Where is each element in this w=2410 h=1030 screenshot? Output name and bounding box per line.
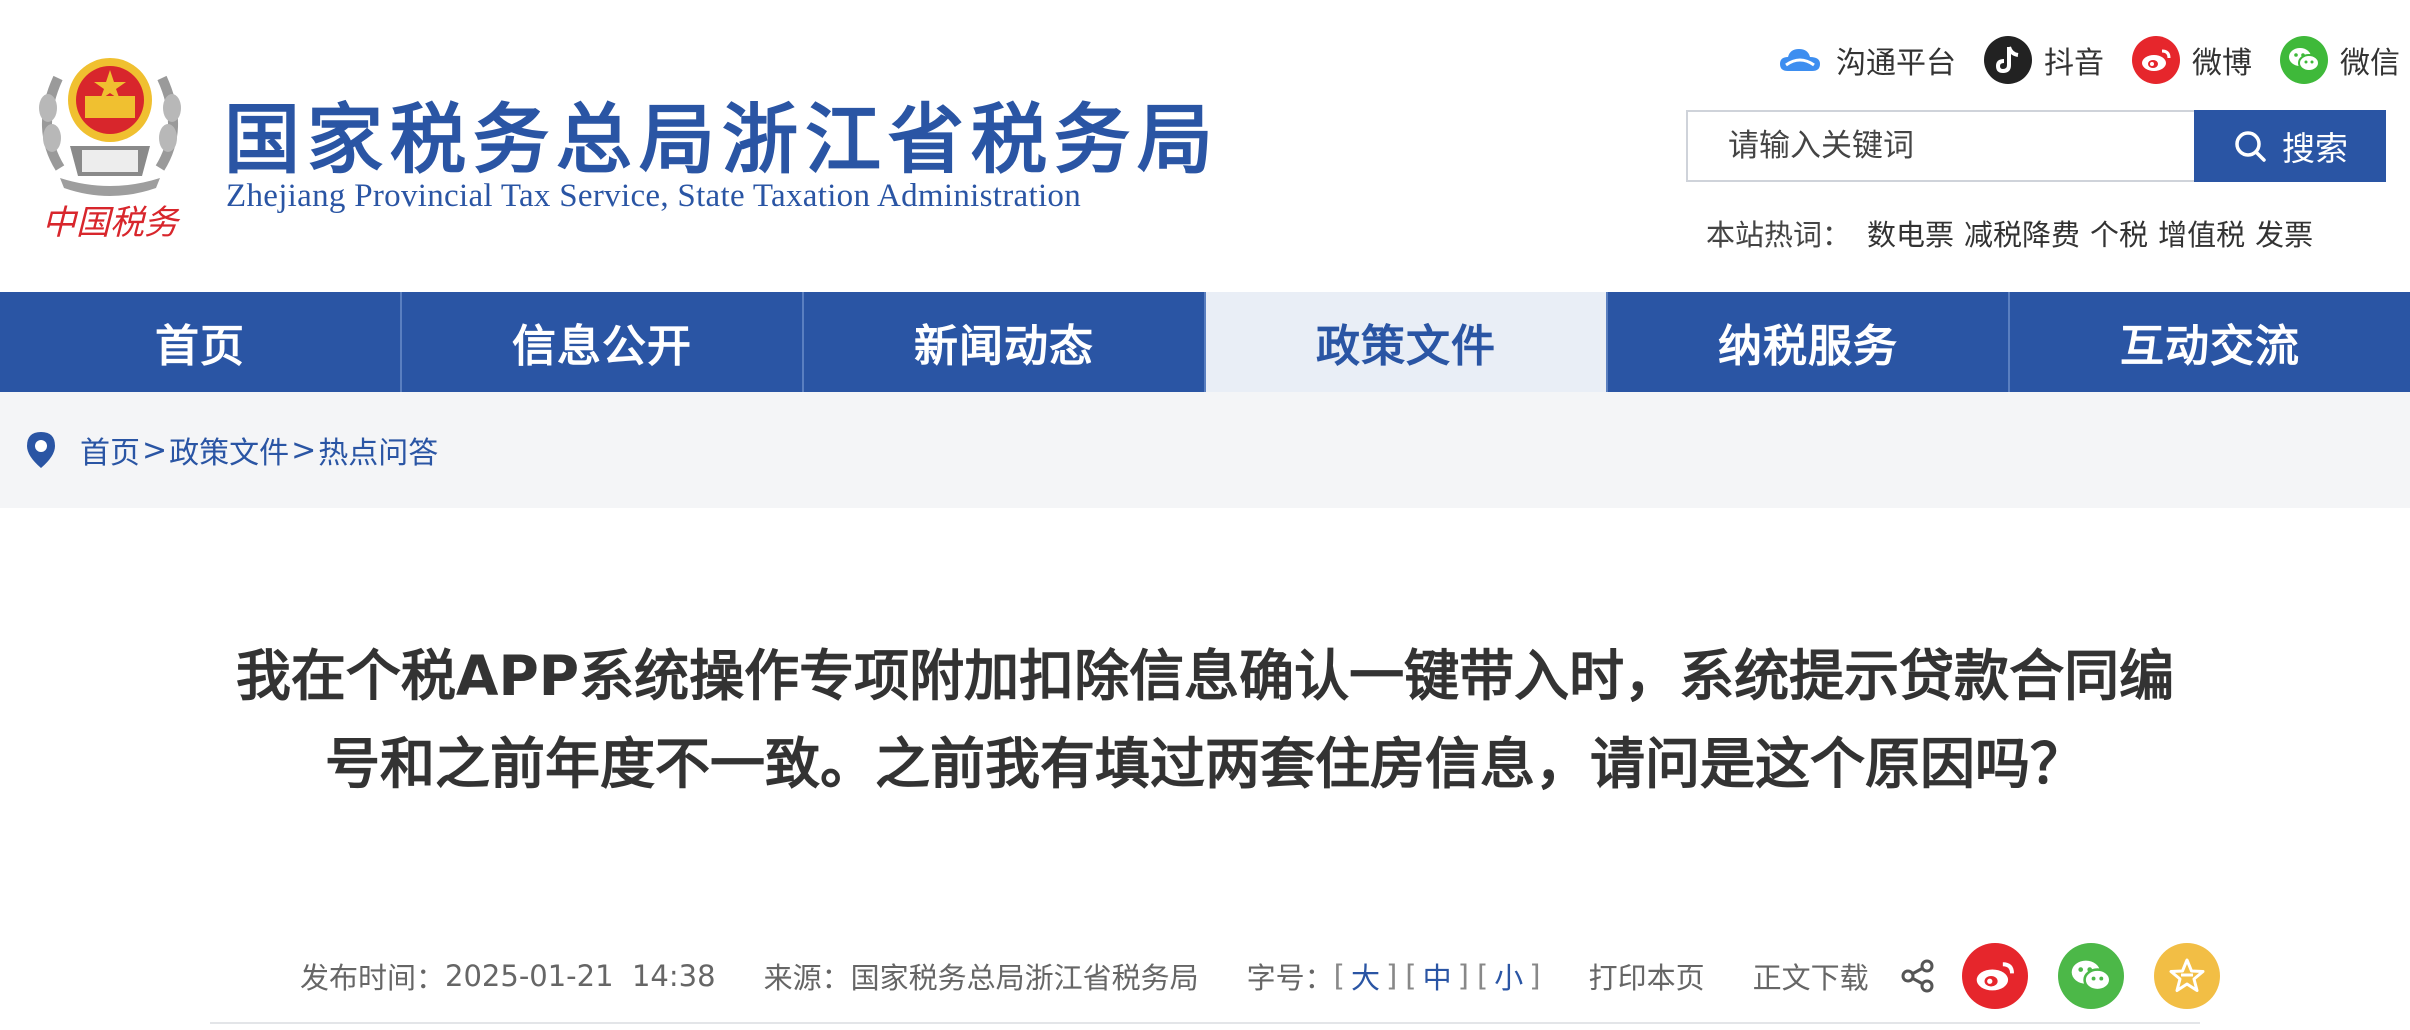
font-size-large[interactable]: 大 [1351, 955, 1380, 997]
meta-divider [210, 1022, 2200, 1024]
social-link-douyin[interactable]: 抖音 [1984, 36, 2104, 84]
social-link-weibo[interactable]: 微博 [2132, 36, 2252, 84]
share-weibo-button[interactable] [1962, 943, 2028, 1009]
nav-item-tax-service[interactable]: 纳税服务 [1608, 292, 2010, 392]
publish-time: 发布时间： 2025-01-21 14:38 [300, 955, 716, 997]
font-size-label: 字号： [1246, 961, 1334, 995]
social-links: 沟通平台 抖音 微博 微信 [1748, 36, 2400, 84]
publish-time-label: 发布时间： [300, 961, 446, 995]
hot-word[interactable]: 增值税 [2158, 212, 2245, 254]
article-source: 来源： 国家税务总局浙江省税务局 [764, 955, 1199, 997]
source-value: 国家税务总局浙江省税务局 [850, 961, 1199, 995]
search-button-label: 搜索 [2282, 129, 2348, 168]
font-size-medium[interactable]: 中 [1423, 955, 1452, 997]
nav-item-news[interactable]: 新闻动态 [804, 292, 1206, 392]
hot-word[interactable]: 个税 [2090, 212, 2148, 254]
nav-item-policy[interactable]: 政策文件 [1206, 292, 1608, 392]
font-size-small[interactable]: 小 [1494, 955, 1523, 997]
share-wechat-button[interactable] [2058, 943, 2124, 1009]
social-label: 抖音 [2044, 46, 2104, 81]
breadcrumb-separator: > [142, 432, 168, 468]
social-link-wechat[interactable]: 微信 [2280, 36, 2400, 84]
breadcrumb-policy[interactable]: 政策文件 [169, 428, 289, 472]
source-label: 来源： [763, 961, 851, 995]
publish-time-value: 2025-01-21 14:38 [445, 959, 716, 993]
article-title: 我在个税APP系统操作专项附加扣除信息确认一键带入时，系统提示贷款合同编号和之前… [235, 644, 2175, 796]
print-page-link[interactable]: 打印本页 [1589, 955, 1705, 997]
tax-emblem-logo[interactable]: 中国税务 [30, 38, 190, 248]
site-subtitle-english: Zhejiang Provincial Tax Service, State T… [226, 178, 1082, 214]
site-header: 中国税务 国家税务总局浙江省税务局 Zhejiang Provincial Ta… [0, 0, 2410, 292]
article-meta: 发布时间： 2025-01-21 14:38 来源： 国家税务总局浙江省税务局 … [300, 940, 1917, 1012]
hot-word[interactable]: 减税降费 [1964, 212, 2080, 254]
wechat-icon [2280, 36, 2328, 84]
social-label: 微博 [2192, 46, 2252, 81]
share-area [1900, 940, 2250, 1012]
nav-item-home[interactable]: 首页 [0, 292, 402, 392]
weibo-icon [2132, 36, 2180, 84]
nav-item-interaction[interactable]: 互动交流 [2010, 292, 2410, 392]
hot-word[interactable]: 数电票 [1867, 212, 1954, 254]
location-pin-icon [27, 432, 55, 468]
site-title[interactable]: 国家税务总局浙江省税务局 [224, 78, 1220, 188]
search-icon [2235, 131, 2266, 162]
breadcrumb-hot-qa[interactable]: 热点问答 [318, 428, 438, 472]
hot-words-label: 本站热词： [1706, 218, 1852, 252]
hot-word[interactable]: 发票 [2255, 212, 2313, 254]
search-input[interactable] [1686, 110, 2194, 182]
nav-item-information[interactable]: 信息公开 [402, 292, 804, 392]
breadcrumb: 首页 > 政策文件 > 热点问答 [0, 392, 2410, 508]
breadcrumb-home[interactable]: 首页 [80, 428, 140, 472]
main-nav: 首页 信息公开 新闻动态 政策文件 纳税服务 互动交流 [0, 292, 2410, 392]
breadcrumb-separator: > [291, 432, 317, 468]
favorite-button[interactable] [2154, 943, 2220, 1009]
douyin-icon [1984, 36, 2032, 84]
star-icon [2169, 958, 2205, 992]
cloud-icon [1776, 36, 1824, 84]
social-link-communication[interactable]: 沟通平台 [1776, 36, 1956, 84]
social-label: 沟通平台 [1836, 46, 1956, 81]
download-text-link[interactable]: 正文下载 [1753, 955, 1869, 997]
share-icon[interactable] [1900, 958, 1936, 994]
social-label: 微信 [2340, 46, 2400, 81]
hot-words: 本站热词： 数电票 减税降费 个税 增值税 发票 [1706, 212, 2323, 254]
font-size-controls: 字号： [大] [中] [小] [1247, 955, 1541, 997]
search-button[interactable]: 搜索 [2194, 110, 2386, 182]
weibo-icon [1976, 962, 2014, 991]
wechat-icon [2071, 960, 2112, 992]
emblem-calligraphy: 中国税务 [42, 203, 181, 243]
